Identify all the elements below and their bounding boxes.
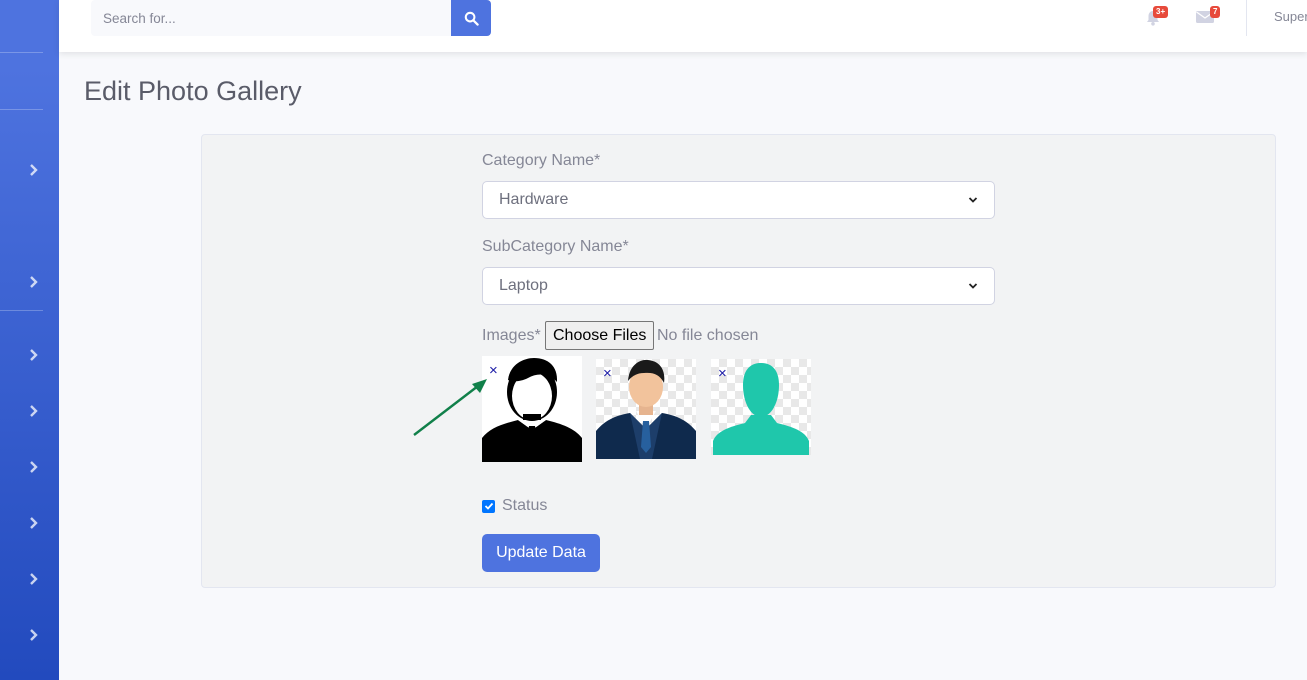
sidebar-divider — [0, 310, 43, 311]
sidebar-chevron-right-icon[interactable] — [28, 572, 40, 586]
chevron-down-icon — [968, 283, 978, 289]
subcategory-label: SubCategory Name* — [482, 238, 629, 255]
status-checkbox[interactable] — [482, 499, 495, 513]
user-name[interactable]: Super — [1274, 9, 1307, 24]
images-label: Images* — [482, 327, 541, 344]
file-status-text: No file chosen — [657, 327, 759, 344]
status-row: Status — [482, 497, 547, 515]
choose-files-button[interactable]: Choose Files — [545, 321, 655, 350]
image-thumbnail: × — [482, 356, 582, 462]
remove-image-icon[interactable]: × — [718, 366, 727, 381]
sidebar-divider — [0, 109, 43, 110]
search-bar — [91, 0, 491, 36]
chevron-down-icon — [968, 197, 978, 203]
sidebar-chevron-right-icon[interactable] — [28, 348, 40, 362]
topbar-divider — [1246, 0, 1247, 36]
status-label: Status — [502, 497, 548, 514]
alerts-badge: 3+ — [1153, 6, 1169, 18]
sidebar-chevron-right-icon[interactable] — [28, 516, 40, 530]
image-thumbnail: × — [711, 359, 811, 455]
sidebar-chevron-right-icon[interactable] — [28, 628, 40, 642]
search-button[interactable] — [451, 0, 491, 36]
image-thumbnail: × — [596, 359, 696, 459]
search-input[interactable] — [91, 0, 451, 36]
category-select[interactable]: Hardware — [482, 181, 995, 219]
sidebar-chevron-right-icon[interactable] — [28, 460, 40, 474]
page-title: Edit Photo Gallery — [84, 76, 302, 106]
topbar: 3+ 7 Super — [59, 0, 1307, 52]
sidebar-chevron-right-icon[interactable] — [28, 275, 40, 289]
subcategory-select[interactable]: Laptop — [482, 267, 995, 305]
update-data-button[interactable]: Update Data — [482, 534, 600, 572]
search-icon — [464, 11, 479, 26]
sidebar — [0, 0, 59, 680]
alerts-dropdown[interactable]: 3+ — [1143, 6, 1169, 30]
sidebar-chevron-right-icon[interactable] — [28, 163, 40, 177]
sidebar-chevron-right-icon[interactable] — [28, 404, 40, 418]
messages-badge: 7 — [1210, 6, 1221, 18]
remove-image-icon[interactable]: × — [603, 366, 612, 381]
subcategory-selected-value: Laptop — [499, 277, 548, 294]
sidebar-divider — [0, 52, 43, 53]
category-selected-value: Hardware — [499, 191, 569, 208]
annotation-arrow-icon — [413, 379, 487, 436]
messages-dropdown[interactable]: 7 — [1194, 6, 1221, 30]
category-label: Category Name* — [482, 152, 601, 169]
checkmark-icon — [484, 502, 493, 510]
